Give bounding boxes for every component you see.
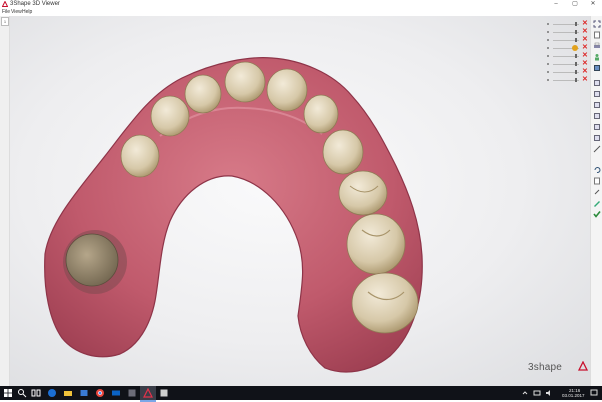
tooth <box>120 134 160 178</box>
chrome-icon[interactable] <box>95 388 105 398</box>
layer-row: ✕ <box>545 76 589 84</box>
checkmark-icon[interactable] <box>593 210 601 218</box>
fullscreen-icon[interactable] <box>593 20 601 28</box>
undo-icon[interactable] <box>593 166 601 174</box>
link-icon[interactable] <box>593 188 601 196</box>
layer-dot-icon <box>547 71 549 73</box>
photo-app-icon[interactable] <box>159 388 169 398</box>
layer-dot-icon <box>547 63 549 65</box>
remove-layer-button[interactable]: ✕ <box>582 60 588 68</box>
network-icon[interactable] <box>532 388 542 398</box>
left-panel-strip: 1 <box>0 16 10 386</box>
minimize-button[interactable]: – <box>547 0 565 9</box>
task-view-icon[interactable] <box>31 388 41 398</box>
remove-layer-button[interactable]: ✕ <box>582 20 588 28</box>
3shape-viewer-taskbar-icon <box>143 388 153 398</box>
slider-knob[interactable] <box>575 30 577 34</box>
left-panel-tab[interactable]: 1 <box>1 17 9 26</box>
notification-icon[interactable] <box>590 388 598 398</box>
menu-help[interactable]: Help <box>22 9 32 16</box>
slider-knob[interactable] <box>575 22 577 26</box>
slider-knob[interactable] <box>575 70 577 74</box>
app-icon[interactable] <box>127 388 137 398</box>
layer-row: ✕ <box>545 68 589 76</box>
mail-icon[interactable] <box>111 388 121 398</box>
dental-scan-model[interactable] <box>10 16 590 386</box>
edge-browser-icon[interactable] <box>47 388 57 398</box>
slider-knob[interactable] <box>575 54 577 58</box>
taskbar-date[interactable]: 03.01.2017 <box>562 393 585 398</box>
tooth <box>351 272 419 334</box>
tooth <box>346 213 406 275</box>
pen-icon[interactable] <box>593 199 601 207</box>
layer-row: ✕ <box>545 52 589 60</box>
view-top-icon[interactable] <box>593 123 601 131</box>
menu-view[interactable]: View <box>11 9 22 16</box>
layer-dot-icon <box>547 79 549 81</box>
view-left-icon[interactable] <box>593 101 601 109</box>
print-icon[interactable] <box>593 42 601 50</box>
windows-start-icon[interactable] <box>3 388 13 398</box>
3shape-logo-icon <box>578 361 588 371</box>
tooth-layer-icon[interactable] <box>571 44 579 52</box>
prepared-tooth <box>65 233 119 287</box>
menu-file[interactable]: File <box>2 9 10 16</box>
tray-up-arrow-icon[interactable] <box>520 388 530 398</box>
slider-knob[interactable] <box>575 38 577 42</box>
tooth <box>266 68 308 112</box>
remove-layer-button[interactable]: ✕ <box>582 36 588 44</box>
layer-row: ✕ <box>545 60 589 68</box>
tooth <box>338 170 388 216</box>
tooth <box>303 94 339 134</box>
right-toolbar <box>590 16 602 386</box>
view-bottom-icon[interactable] <box>593 134 601 142</box>
remove-layer-button[interactable]: ✕ <box>582 52 588 60</box>
slider-knob[interactable] <box>575 62 577 66</box>
layer-row: ✕ <box>545 44 589 52</box>
file-explorer-icon[interactable] <box>63 388 73 398</box>
layer-dot-icon <box>547 39 549 41</box>
page-icon[interactable] <box>593 31 601 39</box>
measure-icon[interactable] <box>593 145 601 153</box>
person-icon[interactable] <box>593 53 601 61</box>
maximize-button[interactable]: ▢ <box>566 0 584 9</box>
menu-bar: File View Help <box>0 9 602 16</box>
tooth <box>184 74 222 114</box>
volume-icon[interactable] <box>544 388 554 398</box>
layer-row: ✕ <box>545 36 589 44</box>
remove-layer-button[interactable]: ✕ <box>582 76 588 84</box>
slider-knob[interactable] <box>575 78 577 82</box>
layer-dot-icon <box>547 55 549 57</box>
document-icon[interactable] <box>593 177 601 185</box>
title-bar: 3Shape 3D Viewer – ▢ ✕ <box>0 0 602 9</box>
window-title: 3Shape 3D Viewer <box>10 1 60 7</box>
remove-layer-button[interactable]: ✕ <box>582 28 588 36</box>
tooth <box>224 61 266 103</box>
close-button[interactable]: ✕ <box>584 0 602 9</box>
tooth <box>150 95 190 137</box>
store-icon[interactable] <box>79 388 89 398</box>
tooth <box>322 129 364 175</box>
layer-row: ✕ <box>545 28 589 36</box>
view-front-icon[interactable] <box>593 79 601 87</box>
brand-logo-text: 3shape <box>528 362 563 373</box>
layer-dot-icon <box>547 23 549 25</box>
windows-taskbar: 21:16 03.01.2017 <box>0 386 602 402</box>
search-icon[interactable] <box>17 388 27 398</box>
layer-dot-icon <box>547 31 549 33</box>
remove-layer-button[interactable]: ✕ <box>582 68 588 76</box>
view-right-icon[interactable] <box>593 112 601 120</box>
3shape-triangle-icon <box>2 1 8 7</box>
3d-viewport[interactable] <box>10 16 590 386</box>
remove-layer-button[interactable]: ✕ <box>582 44 588 52</box>
view-back-icon[interactable] <box>593 90 601 98</box>
layer-dot-icon <box>547 47 549 49</box>
cube-icon[interactable] <box>593 64 601 72</box>
layer-row: ✕ <box>545 20 589 28</box>
